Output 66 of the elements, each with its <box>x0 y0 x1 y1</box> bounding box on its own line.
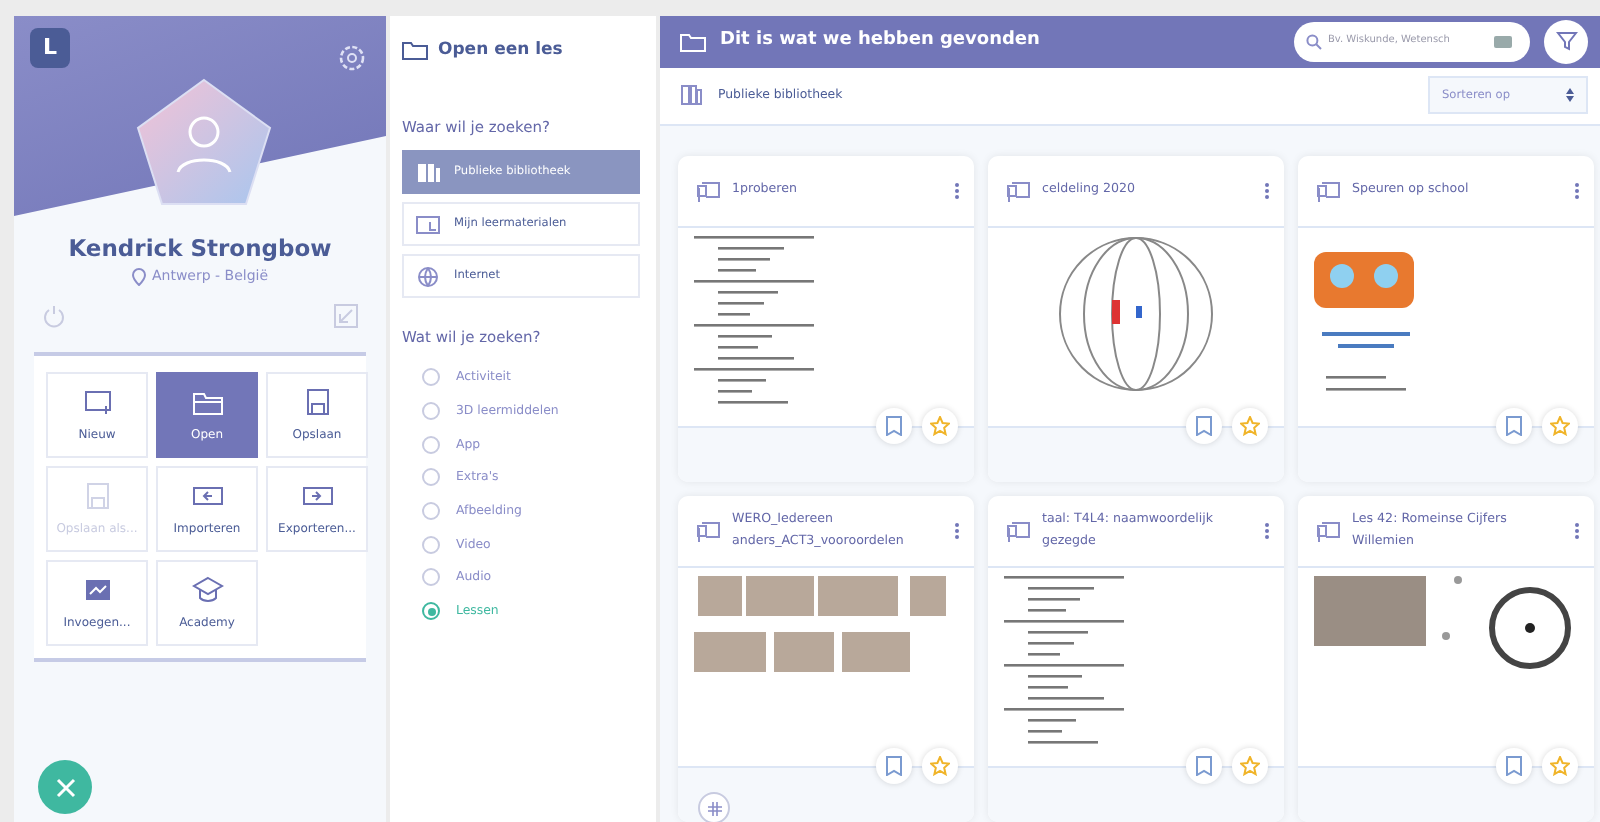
search-icon <box>1306 33 1322 50</box>
radio-button[interactable] <box>422 435 440 454</box>
favorite-button[interactable] <box>1542 408 1578 444</box>
keyboard-icon <box>1494 35 1512 48</box>
bookmark-icon <box>1196 756 1212 776</box>
panel-title: Open een les <box>438 37 563 63</box>
favorite-button[interactable] <box>1542 748 1578 784</box>
results-title: Dit is wat we hebben gevonden <box>720 28 1042 55</box>
radio-button[interactable] <box>422 368 440 387</box>
more-options-icon[interactable] <box>954 182 960 200</box>
radio-button[interactable] <box>422 568 440 587</box>
bookmark-button[interactable] <box>876 408 912 444</box>
app-logo[interactable]: L <box>30 28 70 68</box>
lesson-icon <box>1316 179 1342 203</box>
collapse-icon[interactable] <box>334 303 358 328</box>
more-options-icon[interactable] <box>1574 182 1580 200</box>
favorite-button[interactable] <box>922 748 958 784</box>
location-pin-icon <box>131 268 146 286</box>
bookmark-button[interactable] <box>1186 748 1222 784</box>
power-icon[interactable] <box>42 303 66 328</box>
bookmark-icon <box>1506 416 1522 436</box>
favorite-button[interactable] <box>1232 748 1268 784</box>
lesson-icon <box>696 519 722 543</box>
hashtag-icon <box>707 801 721 815</box>
sort-icon <box>1566 88 1574 103</box>
lesson-icon <box>696 179 722 203</box>
bookmark-button[interactable] <box>1496 408 1532 444</box>
more-options-icon[interactable] <box>1574 522 1580 540</box>
more-options-icon[interactable] <box>954 522 960 540</box>
avatar-icon <box>134 76 274 208</box>
library-icon <box>416 161 442 184</box>
more-options-icon[interactable] <box>1264 182 1270 200</box>
radio-button[interactable] <box>422 602 440 621</box>
lesson-icon <box>1006 519 1032 543</box>
graduation-cap-icon <box>191 573 223 606</box>
globe-icon <box>416 265 442 288</box>
more-options-icon[interactable] <box>1264 522 1270 540</box>
bookmark-icon <box>886 416 902 436</box>
library-icon <box>680 84 702 107</box>
star-icon <box>1240 756 1260 776</box>
star-icon <box>1550 756 1570 776</box>
bookmark-icon <box>886 756 902 776</box>
favorite-button[interactable] <box>1232 408 1268 444</box>
bookmark-button[interactable] <box>876 748 912 784</box>
star-icon <box>930 416 950 436</box>
lesson-icon <box>1316 519 1342 543</box>
bookmark-icon <box>1506 756 1522 776</box>
bookmark-icon <box>1196 416 1212 436</box>
favorite-button[interactable] <box>922 408 958 444</box>
close-icon <box>53 775 77 799</box>
bookmark-button[interactable] <box>1496 748 1532 784</box>
radio-button[interactable] <box>422 535 440 554</box>
lesson-icon <box>1006 179 1032 203</box>
close-button[interactable] <box>38 760 92 814</box>
settings-icon[interactable] <box>338 43 366 72</box>
filter-icon <box>1555 30 1577 53</box>
radio-button[interactable] <box>422 468 440 487</box>
star-icon <box>1240 416 1260 436</box>
user-name: Kendrick Strongbow <box>66 232 334 266</box>
star-icon <box>930 756 950 776</box>
bookmark-button[interactable] <box>1186 408 1222 444</box>
new-document-icon <box>81 385 113 418</box>
radio-button[interactable] <box>422 502 440 521</box>
star-icon <box>1550 416 1570 436</box>
radio-button[interactable] <box>422 402 440 421</box>
filter-button[interactable] <box>1544 19 1588 64</box>
